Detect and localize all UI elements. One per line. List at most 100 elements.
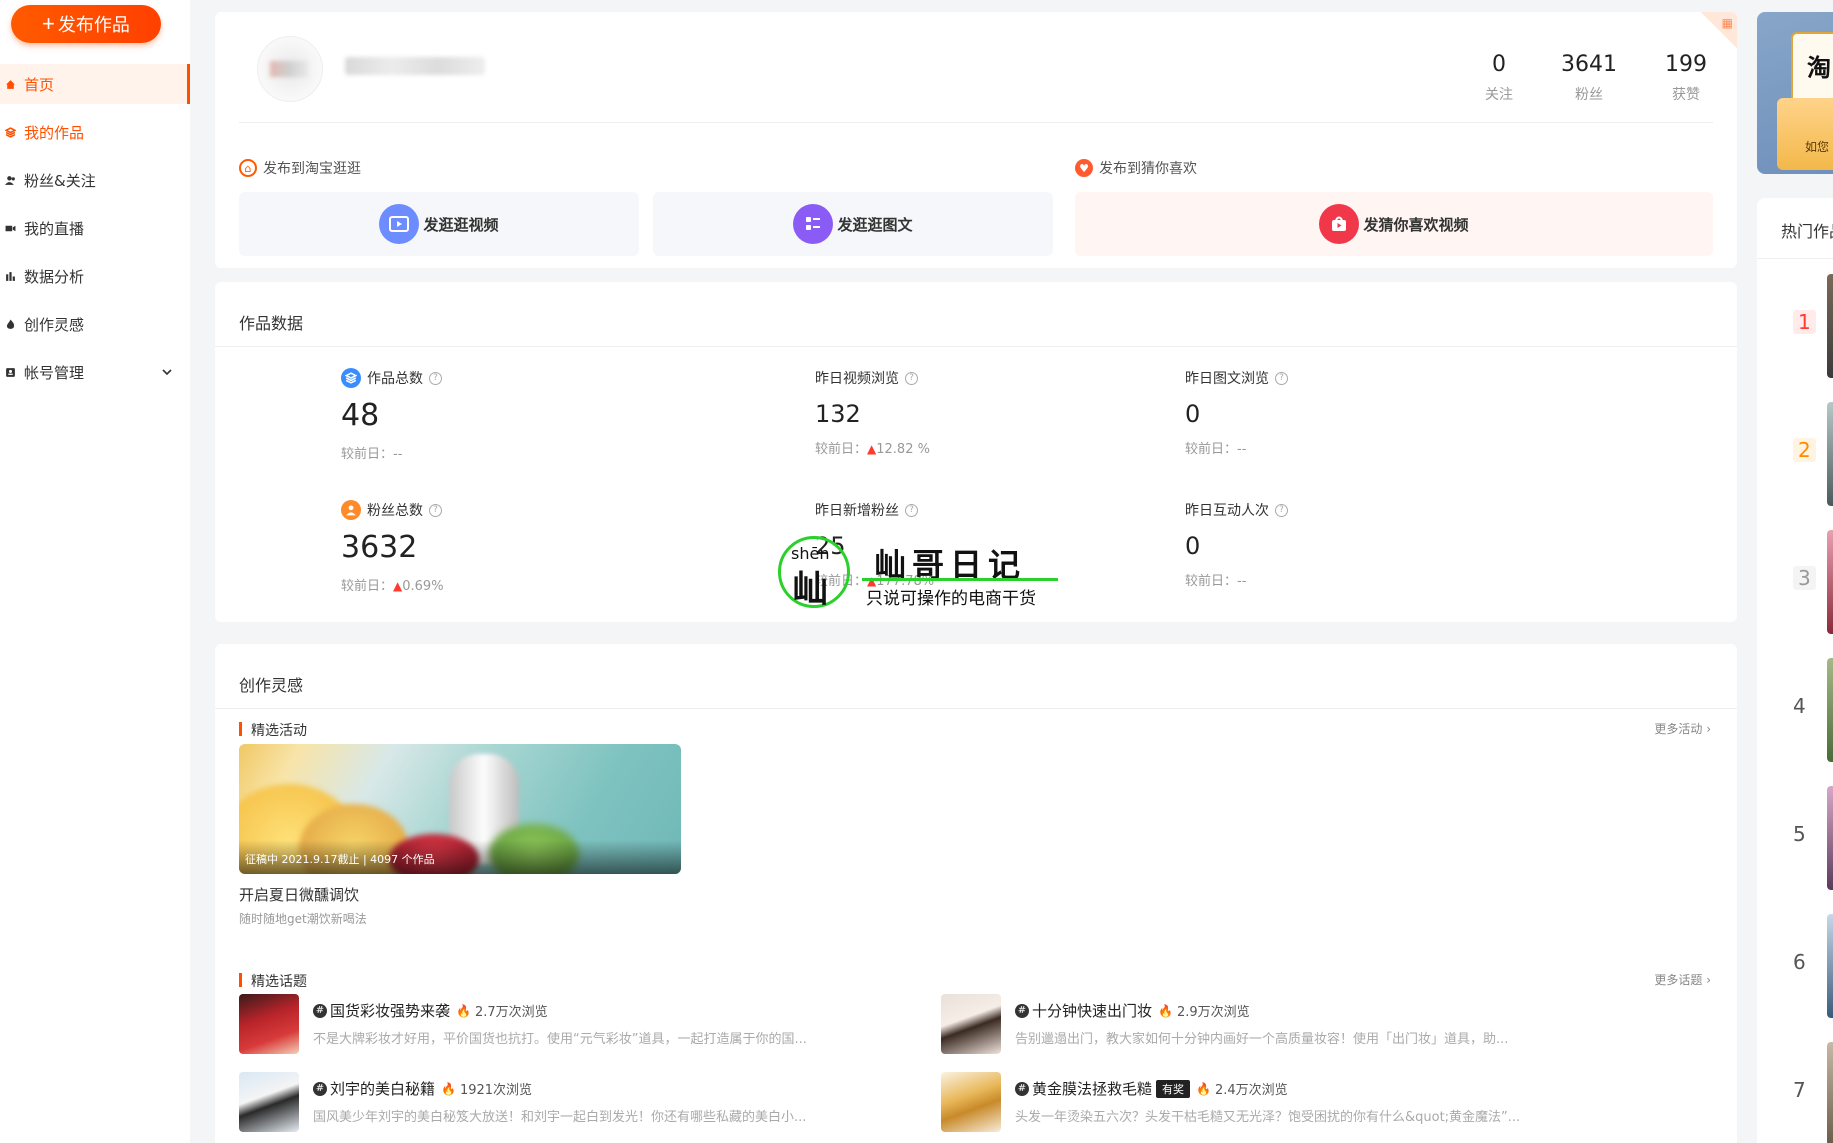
activity-caption: 征稿中 2021.9.17截止 | 4097 个作品 bbox=[245, 853, 435, 866]
fire-icon: 🔥 bbox=[456, 1003, 471, 1018]
list-icon bbox=[793, 204, 834, 244]
metric-value: 0 bbox=[1185, 532, 1201, 560]
publish-button[interactable]: + 发布作品 bbox=[11, 5, 161, 43]
metric-change: -- bbox=[1237, 442, 1247, 457]
hashtag-icon: # bbox=[313, 1003, 327, 1018]
sidebar-item-inspiration[interactable]: 创作灵感 bbox=[0, 304, 190, 344]
sidebar-item-live[interactable]: 我的直播 bbox=[0, 208, 190, 248]
banner-char: 淘 bbox=[1807, 54, 1831, 82]
stat-value: 3641 bbox=[1561, 52, 1617, 77]
topic-item[interactable]: # 国货彩妆强势来袭 🔥 2.7万次浏览 不是大牌彩妆才好用，平价国货也抗打。使用“元… bbox=[239, 994, 939, 1058]
sidebar-item-account[interactable]: 帐号管理 bbox=[0, 352, 190, 392]
metric-change: -- bbox=[393, 447, 403, 462]
hot-rank-item[interactable]: 3 bbox=[1757, 530, 1833, 634]
stat-label: 获赞 bbox=[1672, 87, 1700, 104]
qr-code-icon: ▦ bbox=[1721, 16, 1733, 30]
prize-badge: 有奖 bbox=[1156, 1079, 1191, 1098]
avatar[interactable] bbox=[257, 36, 323, 102]
topic-desc: 告别邋遢出门，教大家如何十分钟内画好一个高质量妆容！使用「出门妆」道具，助... bbox=[1015, 1032, 1509, 1047]
more-topics-label: 更多话题 bbox=[1654, 973, 1703, 987]
hot-rank-item[interactable]: 7 bbox=[1757, 1042, 1833, 1143]
up-arrow-icon: ▲ bbox=[867, 442, 877, 456]
help-icon[interactable]: ? bbox=[429, 371, 442, 385]
publish-graphic-button[interactable]: 发逛逛图文 bbox=[653, 192, 1053, 256]
help-icon[interactable]: ? bbox=[905, 503, 918, 517]
hot-rank-item[interactable]: 5 bbox=[1757, 786, 1833, 890]
publish-guess-video-button[interactable]: 发猜你喜欢视频 bbox=[1075, 192, 1713, 256]
watermark-char: 屾 bbox=[792, 569, 829, 610]
stat-likes[interactable]: 199 获赞 bbox=[1665, 52, 1707, 104]
help-icon[interactable]: ? bbox=[1275, 371, 1288, 385]
topic-views: 2.4万次浏览 bbox=[1214, 1083, 1288, 1098]
shopping-bag-icon bbox=[1319, 204, 1360, 244]
hot-rank-item[interactable]: 2 bbox=[1757, 402, 1833, 506]
topic-desc: 国风美少年刘宇的美白秘笈大放送！和刘宇一起白到发光！你还有哪些私藏的美白小... bbox=[313, 1110, 807, 1125]
metric-label: 昨日新增粉丝 bbox=[815, 503, 899, 519]
activity-name[interactable]: 开启夏日微醺调饮 bbox=[239, 884, 359, 905]
rank-number: 3 bbox=[1793, 566, 1816, 590]
metric-label: 昨日图文浏览 bbox=[1185, 371, 1269, 387]
heart-icon: ♥ bbox=[1075, 159, 1093, 177]
publish-video-button[interactable]: 发逛逛视频 bbox=[239, 192, 639, 256]
topic-item[interactable]: # 黄金膜法拯救毛糙 有奖 🔥 2.4万次浏览 头发一年烫染五六次？头发干枯毛糙又无光泽… bbox=[941, 1072, 1641, 1136]
compare-label: 较前日： bbox=[815, 442, 868, 457]
topic-views: 1921次浏览 bbox=[459, 1083, 533, 1098]
metric-graphic-views: 昨日图文浏览? 0 较前日：-- bbox=[1185, 368, 1288, 457]
hot-rank-item[interactable]: 1 bbox=[1757, 274, 1833, 378]
sidebar-item-analytics[interactable]: 数据分析 bbox=[0, 256, 190, 296]
video-icon bbox=[4, 222, 16, 234]
stat-label: 关注 bbox=[1485, 87, 1513, 104]
publish-guess-video-label: 发猜你喜欢视频 bbox=[1363, 215, 1469, 234]
profile-stats: 0 关注 3641 粉丝 199 获赞 bbox=[1485, 52, 1707, 104]
rank-thumbnail bbox=[1827, 914, 1833, 1018]
stat-following[interactable]: 0 关注 bbox=[1485, 52, 1513, 104]
watermark-subtitle: 只说可操作的电商干货 bbox=[866, 589, 1036, 609]
rank-thumbnail bbox=[1827, 402, 1833, 506]
topic-thumbnail bbox=[941, 1072, 1001, 1132]
hot-rank-item[interactable]: 6 bbox=[1757, 914, 1833, 1018]
topic-item[interactable]: # 刘宇的美白秘籍 🔥 1921次浏览 国风美少年刘宇的美白秘笈大放送！和刘宇一起白到… bbox=[239, 1072, 939, 1136]
sidebar-item-my-works[interactable]: 我的作品 bbox=[0, 112, 190, 152]
inspiration-card: 创作灵感 精选活动 更多活动 › 征稿中 2021.9.17截止 | 4097 … bbox=[215, 644, 1737, 1143]
hashtag-icon: # bbox=[1015, 1081, 1029, 1096]
hot-rank-item[interactable]: 4 bbox=[1757, 658, 1833, 762]
rank-thumbnail bbox=[1827, 1042, 1833, 1143]
help-icon[interactable]: ? bbox=[1275, 503, 1288, 517]
compare-label: 较前日： bbox=[1185, 574, 1238, 589]
more-topics-link[interactable]: 更多话题 › bbox=[1654, 971, 1711, 988]
help-icon[interactable]: ? bbox=[429, 503, 442, 517]
inspiration-title: 创作灵感 bbox=[239, 676, 304, 695]
rank-number: 4 bbox=[1793, 694, 1806, 718]
video-icon bbox=[379, 204, 420, 244]
topic-item[interactable]: # 十分钟快速出门妆 🔥 2.9万次浏览 告别邋遢出门，教大家如何十分钟内画好一个高质… bbox=[941, 994, 1641, 1058]
topic-thumbnail bbox=[239, 994, 299, 1054]
qr-code-corner[interactable]: ▦ bbox=[1701, 12, 1737, 48]
topic-thumbnail bbox=[239, 1072, 299, 1132]
rank-number: 5 bbox=[1793, 822, 1806, 846]
compare-label: 较前日： bbox=[341, 447, 394, 462]
activity-image[interactable]: 征稿中 2021.9.17截止 | 4097 个作品 bbox=[239, 744, 681, 874]
compare-label: 较前日： bbox=[341, 579, 394, 594]
sidebar-item-label: 帐号管理 bbox=[24, 363, 85, 382]
users-icon bbox=[4, 174, 16, 186]
divider bbox=[1757, 258, 1833, 259]
publish-taobao-heading: ⌂ 发布到淘宝逛逛 bbox=[239, 158, 361, 178]
rank-number: 7 bbox=[1793, 1078, 1806, 1102]
sidebar-item-label: 我的直播 bbox=[24, 219, 85, 238]
sidebar-item-label: 数据分析 bbox=[24, 267, 85, 286]
topics-title: 精选话题 bbox=[239, 971, 307, 991]
promo-banner[interactable]: 淘 如您 bbox=[1757, 12, 1833, 174]
help-icon[interactable]: ? bbox=[905, 371, 918, 385]
layers-icon bbox=[4, 126, 16, 138]
rank-number: 1 bbox=[1793, 310, 1816, 334]
user-icon bbox=[341, 500, 361, 520]
rank-thumbnail bbox=[1827, 658, 1833, 762]
sidebar-item-home[interactable]: 首页 bbox=[0, 64, 190, 104]
more-activities-label: 更多活动 bbox=[1654, 722, 1703, 736]
topic-desc: 头发一年烫染五六次？头发干枯毛糙又无光泽？饱受困扰的你有什么&quot;黄金魔法… bbox=[1015, 1110, 1521, 1125]
divider bbox=[215, 346, 1737, 347]
profile-card: ▦ 0 关注 3641 粉丝 199 获赞 ⌂ 发布到淘宝逛逛 ♥ 发布到猜你喜… bbox=[215, 12, 1737, 268]
sidebar-item-fans[interactable]: 粉丝&关注 bbox=[0, 160, 190, 200]
more-activities-link[interactable]: 更多活动 › bbox=[1654, 720, 1711, 737]
stat-fans[interactable]: 3641 粉丝 bbox=[1561, 52, 1617, 104]
